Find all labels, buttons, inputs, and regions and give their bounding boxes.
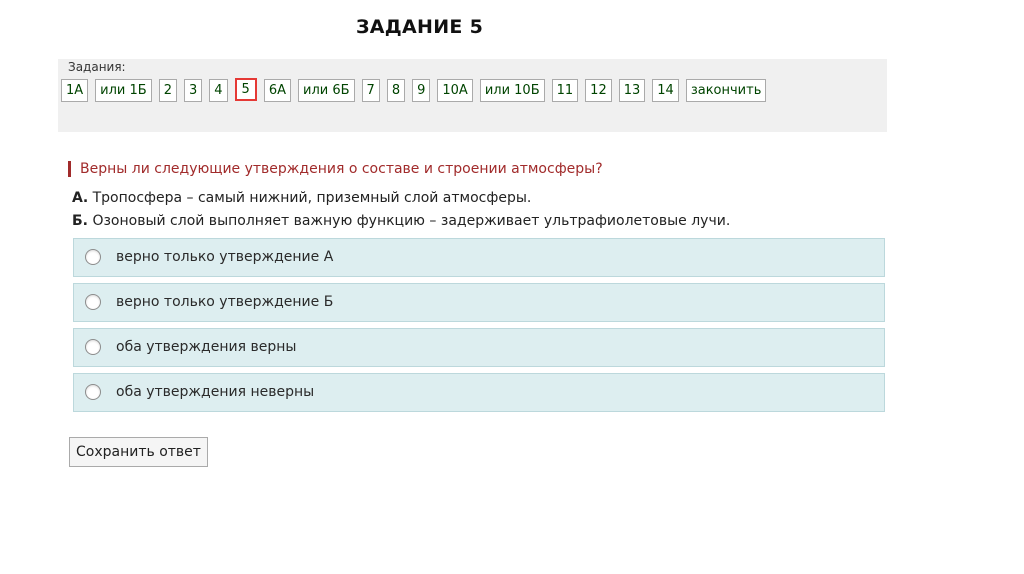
radio-button[interactable] [85, 249, 101, 265]
statement-b-text: Озоновый слой выполняет важную функцию –… [88, 213, 731, 229]
task-button-10b[interactable]: или 10Б [479, 79, 545, 102]
task-button-1a[interactable]: 1А [61, 79, 89, 102]
task-button-1b[interactable]: или 1Б [95, 79, 152, 102]
slide-title: ЗАДАНИЕ 5 [356, 16, 484, 38]
answer-option-4[interactable]: оба утверждения неверны [73, 373, 885, 412]
statement-a: А. Тропосфера – самый нижний, приземный … [72, 190, 531, 206]
answer-option-2[interactable]: верно только утверждение Б [73, 283, 885, 322]
task-button-4[interactable]: 4 [209, 79, 228, 102]
answer-option-1[interactable]: верно только утверждение А [73, 238, 885, 277]
task-button-2[interactable]: 2 [158, 79, 177, 102]
task-button-12[interactable]: 12 [585, 79, 612, 102]
question-text: Верны ли следующие утверждения о составе… [68, 161, 603, 177]
finish-button[interactable]: закончить [685, 79, 767, 102]
task-button-9[interactable]: 9 [412, 79, 431, 102]
task-button-6b[interactable]: или 6Б [298, 79, 355, 102]
task-button-13[interactable]: 13 [618, 79, 646, 102]
radio-button[interactable] [85, 339, 101, 355]
task-button-8[interactable]: 8 [386, 79, 406, 102]
answer-option-3[interactable]: оба утверждения верны [73, 328, 885, 367]
answer-option-label: оба утверждения верны [116, 339, 297, 355]
answer-option-label: оба утверждения неверны [116, 384, 315, 400]
statement-b: Б. Озоновый слой выполняет важную функци… [72, 213, 730, 229]
page: ЗАДАНИЕ 5 Задания: 1А или 1Б 2 3 4 5 6А … [0, 0, 1024, 574]
task-button-7[interactable]: 7 [361, 79, 380, 102]
task-button-5-current[interactable]: 5 [234, 78, 257, 101]
statement-b-prefix: Б. [72, 213, 88, 229]
task-button-14[interactable]: 14 [652, 79, 679, 102]
tasks-label: Задания: [68, 60, 126, 74]
answer-option-label: верно только утверждение Б [116, 294, 334, 310]
task-button-10a[interactable]: 10А [437, 79, 473, 102]
task-button-6a[interactable]: 6А [263, 79, 291, 102]
save-answer-button[interactable]: Сохранить ответ [69, 437, 208, 467]
task-button-3[interactable]: 3 [183, 79, 203, 102]
task-button-11[interactable]: 11 [551, 79, 579, 102]
tasks-panel: Задания: 1А или 1Б 2 3 4 5 6А или 6Б 7 8… [58, 59, 887, 132]
answer-option-label: верно только утверждение А [116, 249, 334, 265]
statement-a-text: Тропосфера – самый нижний, приземный сло… [88, 190, 532, 206]
radio-button[interactable] [85, 384, 101, 400]
answer-options: верно только утверждение А верно только … [73, 238, 885, 418]
statement-a-prefix: А. [72, 190, 89, 206]
radio-button[interactable] [85, 294, 101, 310]
tasks-row: 1А или 1Б 2 3 4 5 6А или 6Б 7 8 9 10А ил… [61, 78, 767, 102]
